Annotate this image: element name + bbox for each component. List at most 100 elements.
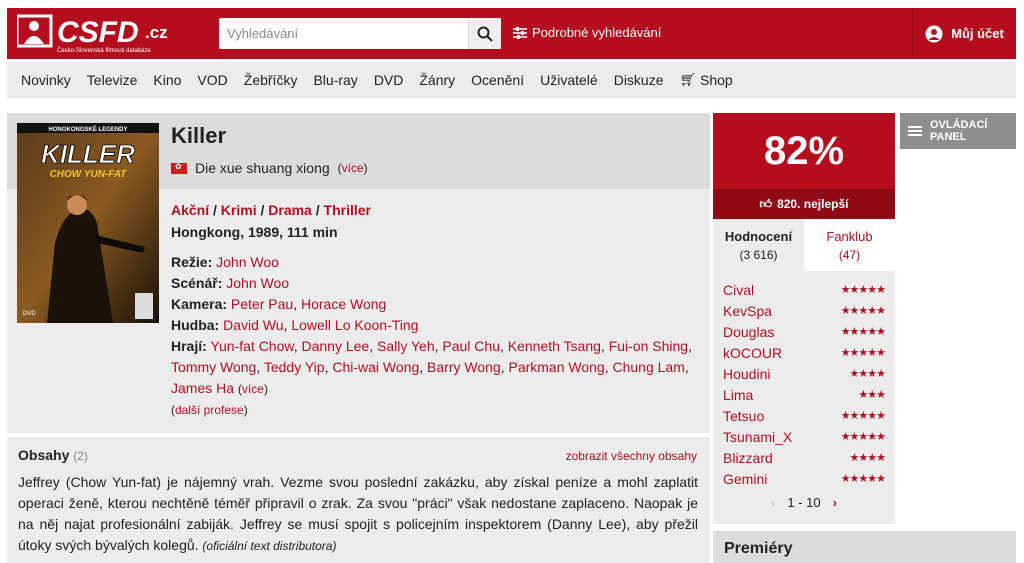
pager-next-icon[interactable]: › xyxy=(833,495,837,510)
creator-link[interactable]: John Woo xyxy=(226,275,289,291)
rating-user-link[interactable]: Douglas xyxy=(723,324,774,340)
more-professions-row[interactable]: (další profese) xyxy=(171,400,701,421)
nav-item-televize[interactable]: Televize xyxy=(79,62,146,98)
more-professions-link[interactable]: další profese xyxy=(175,403,244,417)
rating-user-link[interactable]: Lima xyxy=(723,387,753,403)
premieres-heading: Premiéry xyxy=(713,531,1016,563)
nav-item-diskuze[interactable]: Diskuze xyxy=(606,62,672,98)
rating-user-link[interactable]: Gemini xyxy=(723,471,767,487)
writing-label: Scénář: xyxy=(171,275,223,291)
rating-stars: ★★★★★ xyxy=(840,326,886,338)
svg-text:DVD: DVD xyxy=(23,311,36,317)
genre-link[interactable]: Krimi xyxy=(221,202,257,218)
rating-item: KevSpa ★★★★★ xyxy=(723,300,886,321)
advanced-search-label: Podrobné vyhledávání xyxy=(532,25,662,40)
camera-label: Kamera: xyxy=(171,296,228,312)
control-panel-button[interactable]: OVLÁDACÍ PANEL xyxy=(900,113,1016,149)
plot-source: (oficiální text distributora) xyxy=(202,539,337,553)
account-label: Můj účet xyxy=(951,26,1004,41)
film-creators: Režie: John Woo Scénář: John Woo Kamera:… xyxy=(171,252,701,421)
cast-link[interactable]: Paul Chu xyxy=(442,338,500,354)
cast-link[interactable]: Danny Lee xyxy=(302,338,370,354)
cast-link[interactable]: Barry Wong xyxy=(427,359,501,375)
film-poster[interactable]: HONGKONGSKÉ LEGENDY KILLER CHOW YUN-FAT … xyxy=(17,123,159,323)
rating-user-link[interactable]: Tetsuo xyxy=(723,408,764,424)
genre-link[interactable]: Akční xyxy=(171,202,209,218)
rating-user-link[interactable]: Cival xyxy=(723,282,754,298)
cast-link[interactable]: Fui-on Shing xyxy=(609,338,688,354)
csfd-logo[interactable]: CSFD .cz Česko-Slovenská filmová databáz… xyxy=(17,14,182,54)
rating-stars: ★★★★ xyxy=(849,368,886,380)
rating-item: kOCOUR ★★★★★ xyxy=(723,342,886,363)
nav-item-zebricky[interactable]: Žebříčky xyxy=(236,62,306,98)
main-nav: Novinky Televize Kino VOD Žebříčky Blu-r… xyxy=(7,62,1016,98)
nav-item-zanry[interactable]: Žánry xyxy=(411,62,463,98)
search-input[interactable] xyxy=(219,18,467,49)
cast-link[interactable]: Tommy Wong xyxy=(171,359,256,375)
rating-user-link[interactable]: Blizzard xyxy=(723,450,773,466)
rating-item: Gemini ★★★★★ xyxy=(723,468,886,489)
rating-item: Houdini ★★★★ xyxy=(723,363,886,384)
hong-kong-flag-icon xyxy=(171,162,187,174)
cast-link[interactable]: Yun-fat Chow xyxy=(210,338,293,354)
film-genres: Akční / Krimi / Drama / Thriller xyxy=(171,202,371,218)
nav-item-oceneni[interactable]: Ocenění xyxy=(463,62,532,98)
svg-text:CSFD: CSFD xyxy=(57,16,139,49)
nav-shop-label: Shop xyxy=(700,72,733,88)
cast-link[interactable]: Teddy Yip xyxy=(264,359,325,375)
account-button[interactable]: Můj účet xyxy=(912,8,1016,59)
search-button[interactable] xyxy=(468,18,501,49)
cast-link[interactable]: Sally Yeh xyxy=(377,338,435,354)
rating-list: Cival ★★★★★ KevSpa ★★★★★ Douglas ★★★★★ kOCOUR ★… xyxy=(713,271,895,524)
rating-panel: 82% 👍︎ 820. nejlepší Hodnocení (3 616) F… xyxy=(713,113,895,524)
cast-link[interactable]: Chung Lam xyxy=(613,359,685,375)
creators-camera: Kamera: Peter Pau, Horace Wong xyxy=(171,296,387,312)
cast-link[interactable]: James Ha xyxy=(171,380,234,396)
rating-user-link[interactable]: KevSpa xyxy=(723,303,772,319)
plot-box: Obsahy (2) zobrazit všechny obsahy Jeffr… xyxy=(7,437,710,563)
nav-item-shop[interactable]: 🛒︎ Shop xyxy=(672,62,741,98)
rating-item: Douglas ★★★★★ xyxy=(723,321,886,342)
rating-user-link[interactable]: Houdini xyxy=(723,366,770,382)
advanced-search-link[interactable]: Podrobné vyhledávání xyxy=(513,25,661,40)
cast-link[interactable]: Parkman Wong xyxy=(508,359,604,375)
nav-item-bluray[interactable]: Blu-ray xyxy=(305,62,365,98)
nav-item-vod[interactable]: VOD xyxy=(189,62,235,98)
pager-range: 1 - 10 xyxy=(787,495,821,510)
rating-stars: ★★★★★ xyxy=(840,284,886,296)
original-title-more[interactable]: (více) xyxy=(338,161,368,175)
rating-percent: 82% xyxy=(713,113,895,189)
tab-fanclub[interactable]: Fanklub (47) xyxy=(804,219,895,271)
music-label: Hudba: xyxy=(171,317,220,333)
cast-link[interactable]: Chi-wai Wong xyxy=(332,359,419,375)
cast-link[interactable]: Kenneth Tsang xyxy=(508,338,601,354)
show-all-plots-link[interactable]: zobrazit všechny obsahy xyxy=(566,449,697,463)
rating-item: Blizzard ★★★★ xyxy=(723,447,886,468)
creator-link[interactable]: Lowell Lo Koon-Ting xyxy=(291,317,418,333)
creator-link[interactable]: Horace Wong xyxy=(301,296,386,312)
rating-stars: ★★★★ xyxy=(849,452,886,464)
rating-stars: ★★★★★ xyxy=(840,305,886,317)
nav-item-uzivatele[interactable]: Uživatelé xyxy=(532,62,606,98)
creators-writing: Scénář: John Woo xyxy=(171,273,701,294)
rating-rank[interactable]: 👍︎ 820. nejlepší xyxy=(713,189,895,219)
search-icon xyxy=(477,26,493,42)
nav-item-kino[interactable]: Kino xyxy=(145,62,189,98)
genre-link[interactable]: Drama xyxy=(268,202,312,218)
creators-directing: Režie: John Woo xyxy=(171,252,701,273)
genre-link[interactable]: Thriller xyxy=(324,202,371,218)
nav-item-novinky[interactable]: Novinky xyxy=(13,62,79,98)
creator-link[interactable]: Peter Pau xyxy=(231,296,293,312)
tab-ratings[interactable]: Hodnocení (3 616) xyxy=(713,219,804,271)
cart-icon: 🛒︎ xyxy=(679,72,697,87)
site-header: CSFD .cz Česko-Slovenská filmová databáz… xyxy=(7,8,1016,59)
svg-text:.cz: .cz xyxy=(145,23,168,42)
rating-user-link[interactable]: kOCOUR xyxy=(723,345,782,361)
cast-more[interactable]: (více) xyxy=(238,382,268,396)
creator-link[interactable]: David Wu xyxy=(223,317,283,333)
creator-link[interactable]: John Woo xyxy=(216,254,279,270)
search-box xyxy=(219,18,501,49)
film-origin: Hongkong, 1989, 111 min xyxy=(171,224,338,240)
nav-item-dvd[interactable]: DVD xyxy=(366,62,412,98)
rating-user-link[interactable]: Tsunami_X xyxy=(723,429,792,445)
